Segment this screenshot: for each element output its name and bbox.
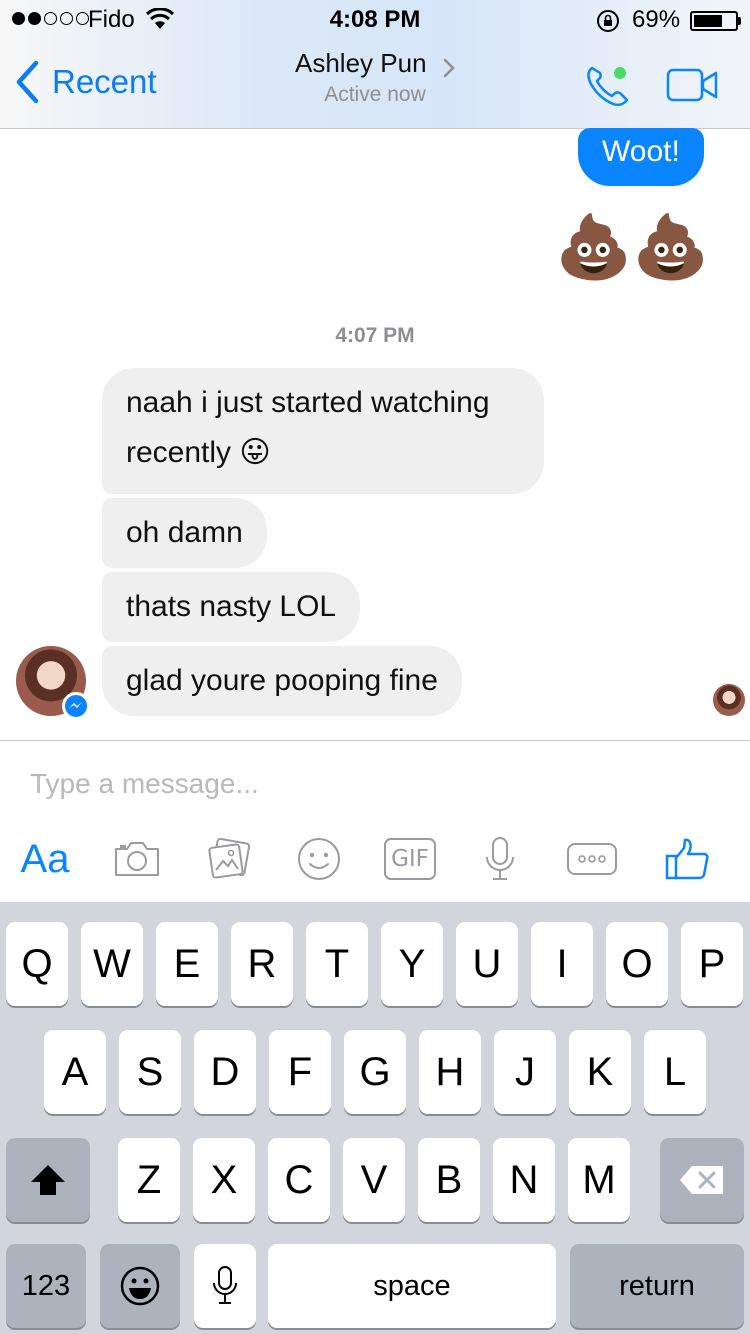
emoji-keyboard-key[interactable] — [100, 1244, 180, 1328]
more-icon — [567, 843, 617, 875]
key-g[interactable]: G — [344, 1030, 406, 1114]
key-z[interactable]: Z — [118, 1138, 180, 1222]
microphone-icon — [486, 837, 514, 880]
text-format-label: Aa — [20, 836, 70, 881]
seen-receipt-avatar — [713, 684, 745, 716]
key-j[interactable]: J — [494, 1030, 556, 1114]
key-h[interactable]: H — [419, 1030, 481, 1114]
return-key[interactable]: return — [570, 1244, 744, 1328]
conversation-title[interactable]: Ashley Pun Active now — [0, 48, 750, 107]
key-w[interactable]: W — [81, 922, 143, 1006]
thumbs-up-icon — [665, 838, 709, 880]
message-timestamp: 4:07 PM — [335, 324, 415, 347]
key-v[interactable]: V — [343, 1138, 405, 1222]
keyboard: 123 space return QWERTYUIOP ASDFGHJKL ZXCV… — [0, 902, 750, 1334]
battery-level — [694, 15, 722, 27]
key-c[interactable]: C — [268, 1138, 330, 1222]
key-l[interactable]: L — [644, 1030, 706, 1114]
battery-tip — [738, 17, 741, 25]
composer-toolbar: Aa GIF — [0, 826, 750, 892]
space-key[interactable]: space — [268, 1244, 556, 1328]
received-message-bubble[interactable]: glad youre pooping fine — [102, 646, 462, 716]
key-u[interactable]: U — [456, 922, 518, 1006]
composer-divider — [0, 740, 750, 741]
photo-gallery-icon — [208, 838, 251, 879]
gif-button[interactable]: GIF — [382, 826, 438, 892]
microphone-icon — [213, 1266, 237, 1304]
key-q[interactable]: Q — [6, 922, 68, 1006]
key-r[interactable]: R — [231, 922, 293, 1006]
key-b[interactable]: B — [418, 1138, 480, 1222]
voice-clip-button[interactable] — [480, 826, 520, 892]
key-p[interactable]: P — [681, 922, 743, 1006]
battery-percent: 69% — [632, 6, 681, 33]
shift-key[interactable] — [6, 1138, 90, 1222]
like-button[interactable] — [662, 826, 712, 892]
text-format-button[interactable]: Aa — [14, 826, 76, 892]
contact-name: Ashley Pun — [295, 48, 427, 78]
smiley-icon — [298, 838, 340, 880]
battery-icon — [690, 11, 738, 31]
key-e[interactable]: E — [156, 922, 218, 1006]
gif-icon: GIF — [384, 838, 436, 880]
received-message-bubble[interactable]: oh damn — [102, 498, 267, 568]
key-d[interactable]: D — [194, 1030, 256, 1114]
status-bar: Fido 4:08 PM 69% — [0, 0, 750, 40]
key-m[interactable]: M — [568, 1138, 630, 1222]
key-a[interactable]: A — [44, 1030, 106, 1114]
dictation-key[interactable] — [194, 1244, 256, 1328]
more-options-button[interactable] — [566, 826, 618, 892]
received-message-bubble[interactable]: naah i just started watching recently 😛 — [102, 368, 544, 494]
sent-message-bubble[interactable]: Woot! — [578, 128, 704, 186]
camera-button[interactable] — [110, 826, 164, 892]
received-message-bubble[interactable]: thats nasty LOL — [102, 572, 361, 642]
rotation-lock-icon — [597, 10, 619, 32]
key-y[interactable]: Y — [381, 922, 443, 1006]
backspace-icon — [680, 1166, 723, 1194]
key-o[interactable]: O — [606, 922, 668, 1006]
gif-label: GIF — [391, 846, 429, 872]
numbers-key[interactable]: 123 — [6, 1244, 86, 1328]
sent-emoji-message[interactable]: 💩💩 — [555, 212, 709, 284]
delete-key[interactable] — [660, 1138, 744, 1222]
chevron-right-icon — [443, 58, 455, 78]
key-n[interactable]: N — [493, 1138, 555, 1222]
header-bar: Fido 4:08 PM 69% Recent Ashley Pun Activ… — [0, 0, 750, 129]
messenger-badge-icon — [62, 692, 90, 720]
key-f[interactable]: F — [269, 1030, 331, 1114]
key-k[interactable]: K — [569, 1030, 631, 1114]
video-call-icon[interactable] — [666, 68, 718, 102]
active-status: Active now — [324, 83, 426, 106]
photo-gallery-button[interactable] — [202, 826, 256, 892]
key-t[interactable]: T — [306, 922, 368, 1006]
phone-call-icon[interactable] — [584, 62, 632, 108]
message-input[interactable] — [30, 760, 720, 808]
shift-arrow-icon — [31, 1165, 65, 1195]
key-s[interactable]: S — [119, 1030, 181, 1114]
camera-icon — [115, 842, 159, 876]
key-i[interactable]: I — [531, 922, 593, 1006]
key-x[interactable]: X — [193, 1138, 255, 1222]
emoji-smiley-icon — [120, 1266, 160, 1306]
emoji-button[interactable] — [294, 826, 344, 892]
